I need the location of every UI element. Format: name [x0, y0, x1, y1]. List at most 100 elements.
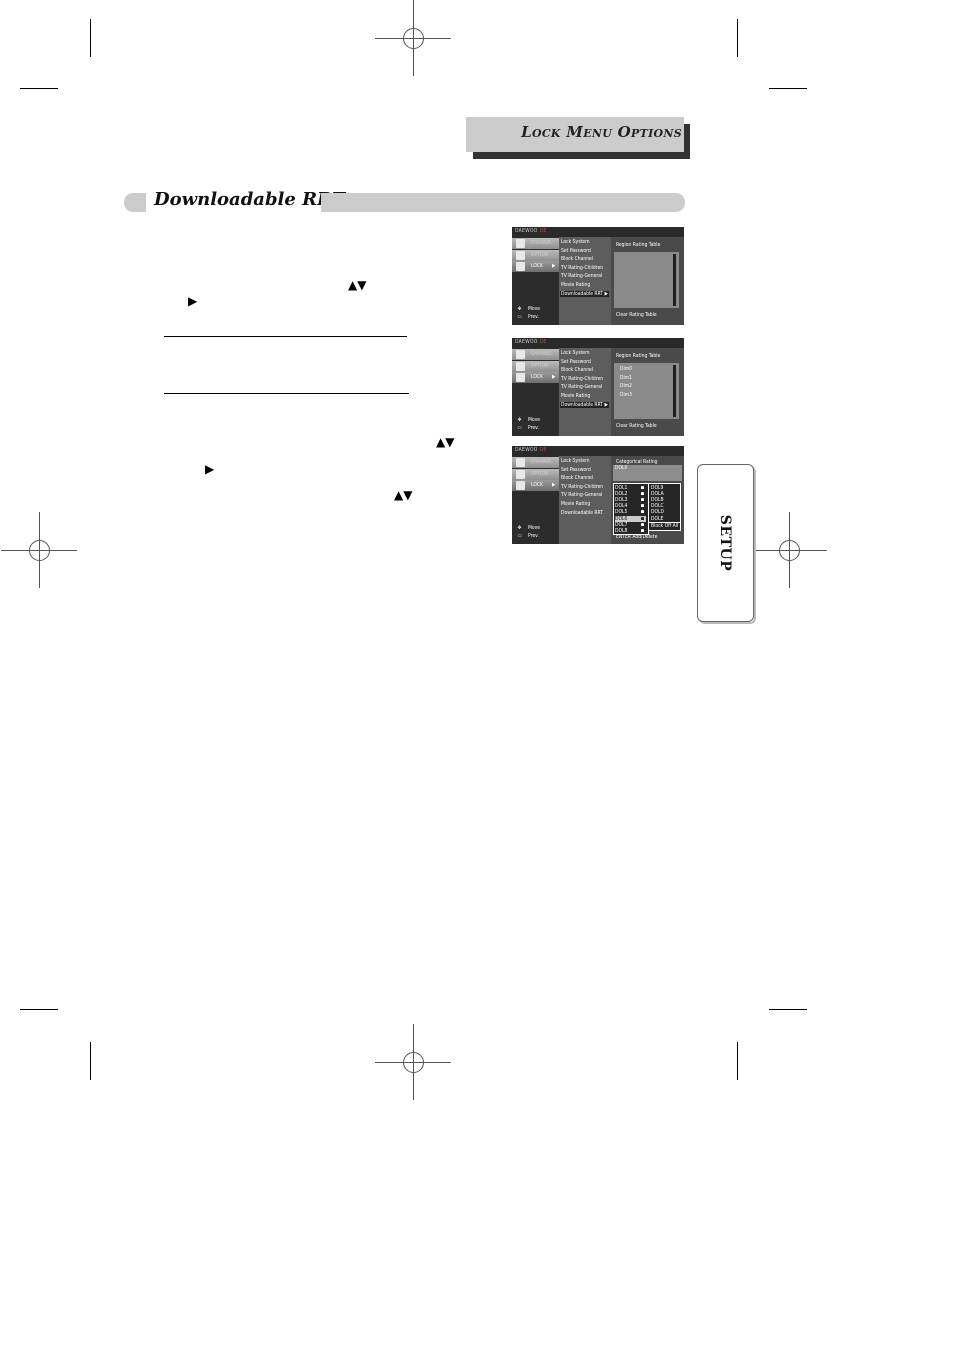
help-prev: ▭ Prev. [515, 425, 538, 431]
move-icon: ✥ [517, 306, 522, 312]
block-off-all-button[interactable]: Block Off All [648, 522, 681, 531]
menu-item[interactable]: Movie Rating [561, 393, 590, 399]
menu-item[interactable]: TV Rating-General [561, 384, 602, 390]
tab-label: CHANNEL [531, 459, 553, 465]
tab-channel[interactable]: CHANNEL [512, 457, 559, 468]
registration-mark [1, 512, 77, 588]
region-table-item[interactable]: Dim2 [620, 383, 632, 389]
rating-label: DOL4 [615, 503, 628, 510]
rating-list-item[interactable]: DOL3 [615, 497, 646, 503]
rating-list-item[interactable]: DOLC [651, 503, 664, 509]
rating-list-item[interactable]: DOL8 [615, 528, 646, 534]
up-down-arrow-icon: ▲▼ [394, 488, 413, 502]
brand-suffix: DE [539, 339, 547, 345]
scrollbar[interactable] [673, 254, 676, 306]
region-table-item[interactable]: Dim3 [620, 392, 632, 398]
brand-logo: DAEWOO DE [515, 228, 547, 234]
menu-item[interactable]: TV Rating-Children [561, 484, 603, 490]
tab-option[interactable]: OPTION [512, 468, 559, 480]
help-label: Move [528, 525, 541, 531]
tv-left-column: CHANNEL OPTION LOCK ▶ ✥ Move ▭ Prev. [512, 237, 559, 325]
lock-icon [641, 510, 644, 514]
rating-list-left[interactable]: DOL1 DOL2 DOL3 DOL4 DOL5 DOL6 DOL7 DOL8 [613, 483, 649, 535]
rating-label: DOL5 [615, 509, 628, 516]
clear-rating-table-button[interactable]: Clear Rating Table [616, 423, 657, 429]
tab-lock[interactable]: LOCK ▶ [512, 261, 559, 272]
region-table-list[interactable] [614, 252, 679, 308]
tab-lock[interactable]: LOCK ▶ [512, 480, 559, 491]
help-label: Prev. [528, 314, 539, 320]
lock-icon [641, 486, 644, 489]
menu-item[interactable]: Downloadable RRT ▶ [560, 401, 609, 408]
lock-menu: Lock System Set Password Block Channel TV R… [559, 237, 611, 325]
tab-option[interactable]: OPTION [512, 249, 559, 261]
menu-key-icon: ▭ [517, 425, 522, 431]
menu-key-icon: ▭ [517, 314, 522, 320]
current-rating-value: DOL0 [615, 465, 628, 471]
tab-label: CHANNEL [531, 351, 553, 357]
menu-item[interactable]: Movie Rating [561, 501, 590, 507]
lock-icon [516, 262, 525, 271]
menu-item[interactable]: TV Rating-Children [561, 265, 603, 271]
clear-rating-table-button[interactable]: Clear Rating Table [616, 312, 657, 318]
menu-item[interactable]: Downloadable RRT [561, 510, 603, 516]
region-table-item[interactable]: Dim0 [620, 366, 632, 372]
rating-list-item[interactable]: DOLA [651, 491, 664, 497]
rating-list-item[interactable]: DOL7 [615, 522, 646, 528]
note-divider [164, 336, 407, 337]
tab-lock[interactable]: LOCK ▶ [512, 372, 559, 383]
lock-menu: Lock System Set Password Block Channel TV R… [559, 456, 611, 544]
section-bar-left [124, 193, 146, 212]
tab-label: LOCK [531, 482, 543, 488]
right-arrow-icon: ▶ [552, 482, 556, 488]
tab-option[interactable]: OPTION [512, 360, 559, 372]
lock-menu: Lock System Set Password Block Channel TV R… [559, 348, 611, 436]
menu-item[interactable]: Set Password [561, 467, 591, 473]
crop-mark [90, 1042, 91, 1080]
brand-suffix: DE [539, 228, 547, 234]
menu-item[interactable]: Set Password [561, 248, 591, 254]
menu-item[interactable]: TV Rating-General [561, 273, 602, 279]
lock-icon [641, 492, 644, 496]
crop-mark [90, 19, 91, 57]
rating-list-item[interactable]: DOL6 [615, 515, 646, 522]
lock-icon [516, 373, 525, 382]
menu-item[interactable]: Block Channel [561, 367, 593, 373]
rating-list-item[interactable]: DOLE [651, 516, 663, 522]
tab-channel[interactable]: CHANNEL [512, 238, 559, 249]
menu-item[interactable]: Downloadable RRT ▶ [560, 290, 609, 297]
region-table-item[interactable]: Dim1 [620, 375, 632, 381]
header-banner: Lock Menu Options [466, 117, 684, 152]
tv-icon [516, 239, 525, 248]
menu-item[interactable]: Lock System [561, 458, 589, 464]
move-icon: ✥ [517, 525, 522, 531]
rating-list-item[interactable]: DOL4 [615, 503, 646, 509]
rating-list-item[interactable]: DOL9 [651, 485, 663, 491]
tv-icon [516, 458, 525, 467]
menu-item[interactable]: Set Password [561, 359, 591, 365]
gear-icon [516, 361, 525, 371]
menu-item[interactable]: Movie Rating [561, 282, 590, 288]
registration-mark [375, 1024, 451, 1100]
rating-list-right[interactable]: DOL9 DOLA DOLB DOLC DOLD DOLE [648, 483, 681, 523]
scrollbar[interactable] [673, 365, 676, 417]
help-label: Prev. [528, 533, 539, 539]
rating-list-item[interactable]: DOL2 [615, 491, 646, 497]
right-arrow-icon: ▶ [188, 294, 198, 308]
menu-item[interactable]: Lock System [561, 239, 589, 245]
right-arrow-icon: ▶ [552, 374, 556, 380]
menu-item[interactable]: Block Channel [561, 256, 593, 262]
menu-item[interactable]: TV Rating-General [561, 492, 602, 498]
menu-item[interactable]: Block Channel [561, 475, 593, 481]
rating-list-item[interactable]: DOL5 [615, 509, 646, 515]
rating-label: DOL2 [615, 491, 628, 498]
rating-list-item[interactable]: DOL1 [615, 485, 646, 491]
menu-item[interactable]: TV Rating-Children [561, 376, 603, 382]
current-rating-field[interactable]: DOL0 [613, 465, 682, 481]
rating-list-item[interactable]: DOLB [651, 497, 664, 503]
tab-label: OPTION [531, 251, 549, 258]
rating-list-item[interactable]: DOLD [651, 509, 664, 515]
menu-item[interactable]: Lock System [561, 350, 589, 356]
region-table-list[interactable]: Dim0 Dim1 Dim2 Dim3 [614, 363, 679, 419]
tab-channel[interactable]: CHANNEL [512, 349, 559, 360]
